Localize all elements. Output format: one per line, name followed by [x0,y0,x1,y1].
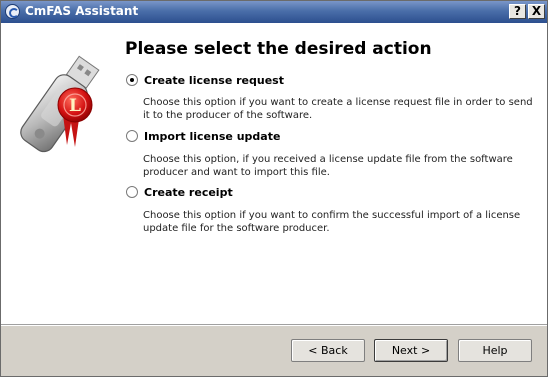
option-label-create-license-request[interactable]: Create license request [144,74,284,87]
title-bar: CmFAS Assistant ? X [1,1,547,23]
help-title-button[interactable]: ? [509,4,526,19]
option-desc-create-receipt: Choose this option if you want to confir… [143,210,521,234]
radio-import-license-update[interactable] [126,130,138,142]
option-desc-create-license-request: Choose this option if you want to create… [143,97,533,121]
help-button[interactable]: Help [458,339,532,362]
app-icon [5,4,20,19]
back-button[interactable]: < Back [291,339,365,362]
option-label-create-receipt[interactable]: Create receipt [144,186,233,199]
radio-create-license-request[interactable] [126,74,138,86]
page-heading: Please select the desired action [125,39,432,59]
next-button[interactable]: Next > [374,339,448,362]
close-button[interactable]: X [528,4,545,19]
option-label-import-license-update[interactable]: Import license update [144,130,280,143]
radio-create-receipt[interactable] [126,186,138,198]
option-desc-import-license-update: Choose this option, if you received a li… [143,154,513,178]
window-title: CmFAS Assistant [25,4,139,18]
license-dongle-icon: L [20,55,100,153]
wizard-window: CmFAS Assistant ? X L Please select the … [0,0,548,377]
footer-separator [1,324,547,326]
logo-letter: L [69,96,81,116]
wizard-content: L Please select the desired action Creat… [1,23,547,324]
